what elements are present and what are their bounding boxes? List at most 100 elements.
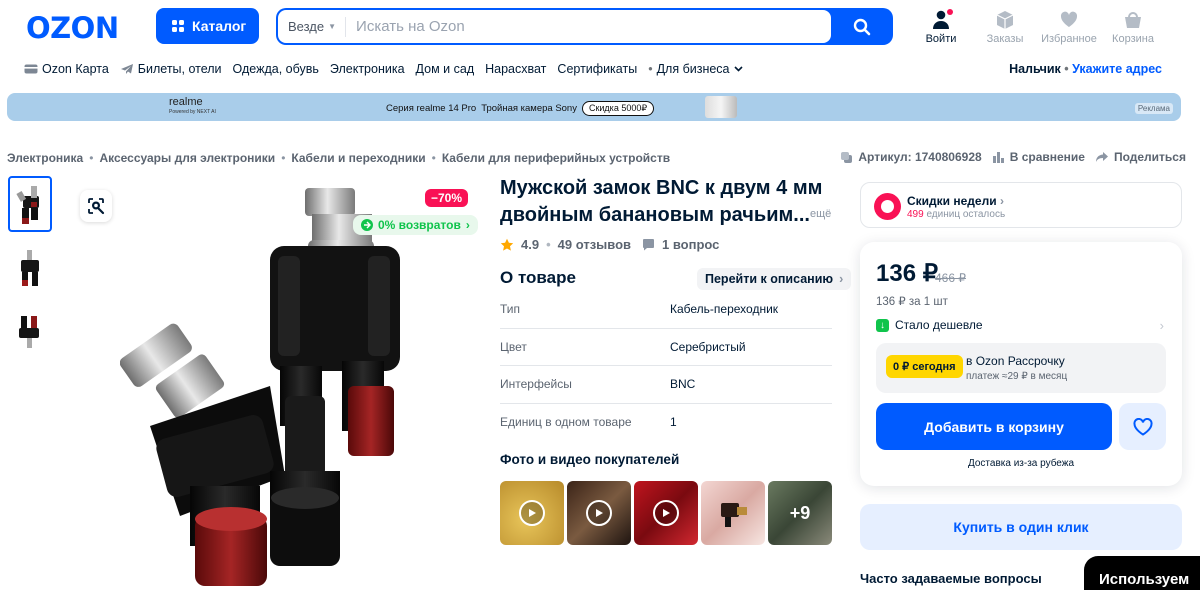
grid-icon [172, 20, 184, 32]
compare-icon [992, 151, 1004, 163]
goto-description-label: Перейти к описанию [705, 272, 834, 286]
arrow-down-icon: ↓ [876, 318, 889, 332]
plane-icon [120, 64, 133, 74]
weekly-deals-banner[interactable]: Скидки недели › 499 единиц осталось [860, 182, 1182, 228]
product-main-image[interactable] [120, 176, 470, 586]
price-drop-row[interactable]: ↓ Стало дешевле [876, 318, 983, 332]
nav-business[interactable]: • Для бизнеса [648, 62, 743, 76]
breadcrumb: Электроника • Аксессуары для электроники… [7, 151, 670, 165]
rating-value: 4.9 [521, 237, 540, 252]
orders-button[interactable]: Заказы [976, 10, 1034, 45]
header-actions: Войти Заказы Избранное Корзина [912, 9, 1168, 45]
cart-icon [1125, 12, 1141, 28]
title-more-link[interactable]: ещё [810, 208, 831, 220]
chevron-down-icon: ▼ [328, 22, 337, 31]
nav-clothes[interactable]: Одежда, обувь [233, 62, 319, 76]
add-to-cart-button[interactable]: Добавить в корзину [876, 403, 1112, 450]
nav-electronics[interactable]: Электроника [330, 62, 405, 76]
share-label: Поделиться [1113, 150, 1186, 164]
breadcrumb-item[interactable]: Аксессуары для электроники [99, 151, 275, 165]
ugc-video-tile[interactable] [567, 481, 631, 545]
deals-count: 499 [907, 209, 924, 220]
nav-tickets[interactable]: Билеты, отели [120, 62, 222, 76]
favorites-label: Избранное [1041, 33, 1097, 45]
gallery-thumbnail[interactable] [8, 302, 52, 358]
product-thumbnail-image [19, 316, 39, 348]
favorites-button[interactable]: Избранное [1040, 10, 1098, 45]
search-bar: Везде ▼ [276, 8, 893, 45]
cart-label: Корзина [1112, 33, 1154, 45]
product-meta: Артикул: 1740806928 В сравнение Поделить… [840, 150, 1186, 164]
play-icon [586, 500, 612, 526]
nav-hot[interactable]: Нарасхват [485, 62, 546, 76]
installment-title: в Ozon Рассрочку [966, 354, 1065, 368]
cart-button[interactable]: Корзина [1104, 10, 1162, 45]
nav-ozon-card[interactable]: Ozon Карта [24, 62, 109, 76]
banner-series: Серия realme 14 Pro [386, 103, 477, 114]
delivery-note: Доставка из-за рубежа [967, 458, 1075, 469]
search-scope-select[interactable]: Везде ▼ [278, 16, 347, 37]
banner-text: Серия realme 14 Pro Тройная камера Sony … [386, 101, 655, 116]
heart-icon [1132, 417, 1153, 436]
search-button[interactable] [831, 8, 893, 45]
bullet: • [546, 237, 551, 252]
returns-icon [361, 219, 373, 231]
breadcrumb-item[interactable]: Электроника [7, 151, 83, 165]
gallery-thumbnail[interactable] [8, 240, 52, 296]
cookie-notice[interactable]: Используем [1084, 556, 1200, 590]
ad-banner[interactable]: realme Powered by NEXT AI Серия realme 1… [7, 93, 1181, 121]
chevron-right-icon: › [465, 218, 470, 232]
compare-button[interactable]: В сравнение [992, 150, 1085, 164]
search-icon [853, 18, 871, 35]
questions-link[interactable]: 1 вопрос [662, 237, 719, 252]
gallery-thumbnail[interactable] [8, 176, 52, 232]
deals-count-suffix: единиц осталось [923, 209, 1006, 220]
faq-title: Часто задаваемые вопросы [860, 571, 1042, 586]
ugc-video-tile[interactable] [500, 481, 564, 545]
spec-key: Интерфейсы [500, 377, 572, 392]
deals-title-text: Скидки недели [907, 194, 997, 208]
nav-certificates[interactable]: Сертификаты [557, 62, 637, 76]
chevron-right-icon: › [1159, 318, 1164, 333]
chevron-right-icon: › [999, 194, 1004, 208]
installment-badge: 0 ₽ сегодня [886, 355, 963, 378]
breadcrumb-item[interactable]: Кабели и переходники [291, 151, 425, 165]
card-icon [24, 64, 38, 74]
banner-promo: Скидка 5000₽ [581, 101, 655, 116]
ugc-photo-tile[interactable] [701, 481, 765, 545]
spec-key: Единиц в одном товаре [500, 415, 632, 430]
installment-option[interactable]: 0 ₽ сегодня в Ozon Рассрочку платеж ≈29 … [876, 343, 1166, 393]
share-button[interactable]: Поделиться [1095, 150, 1186, 164]
copy-icon [841, 151, 853, 163]
ugc-more-tile[interactable]: +9 [768, 481, 832, 545]
spec-value: BNC [670, 377, 696, 392]
installment-subtitle: платеж ≈29 ₽ в месяц [966, 371, 1068, 382]
spec-value: 1 [670, 415, 677, 430]
box-icon [996, 11, 1014, 29]
login-button[interactable]: Войти [912, 9, 970, 45]
search-input[interactable] [346, 18, 747, 35]
add-to-favorites-button[interactable] [1119, 403, 1166, 450]
goto-description-button[interactable]: Перейти к описанию › [697, 268, 852, 290]
address-link[interactable]: Укажите адрес [1072, 62, 1162, 76]
ugc-video-tile[interactable] [634, 481, 698, 545]
deals-title: Скидки недели › [907, 194, 1004, 208]
article-copy[interactable]: Артикул: 1740806928 [840, 150, 982, 164]
breadcrumb-item[interactable]: Кабели для периферийных устройств [442, 151, 670, 165]
spec-key: Цвет [500, 339, 527, 354]
bullet: • [648, 62, 653, 76]
share-icon [1095, 152, 1108, 162]
ozon-logo[interactable]: OZON [26, 11, 119, 45]
catalog-button[interactable]: Каталог [156, 8, 259, 44]
question-icon [643, 239, 655, 251]
nav-home[interactable]: Дом и сад [416, 62, 475, 76]
returns-badge[interactable]: 0% возвратов › [353, 215, 478, 235]
buy-box: 136 ₽ 466 ₽ 136 ₽ за 1 шт ↓ Стало дешевл… [860, 242, 1182, 486]
compare-label: В сравнение [1009, 150, 1085, 164]
reviews-link[interactable]: 49 отзывов [558, 237, 631, 252]
image-search-button[interactable] [80, 190, 112, 222]
city-label[interactable]: Нальчик [1009, 62, 1061, 76]
catalog-label: Каталог [192, 18, 247, 34]
login-label: Войти [925, 33, 957, 45]
buy-one-click-button[interactable]: Купить в один клик [860, 504, 1182, 550]
